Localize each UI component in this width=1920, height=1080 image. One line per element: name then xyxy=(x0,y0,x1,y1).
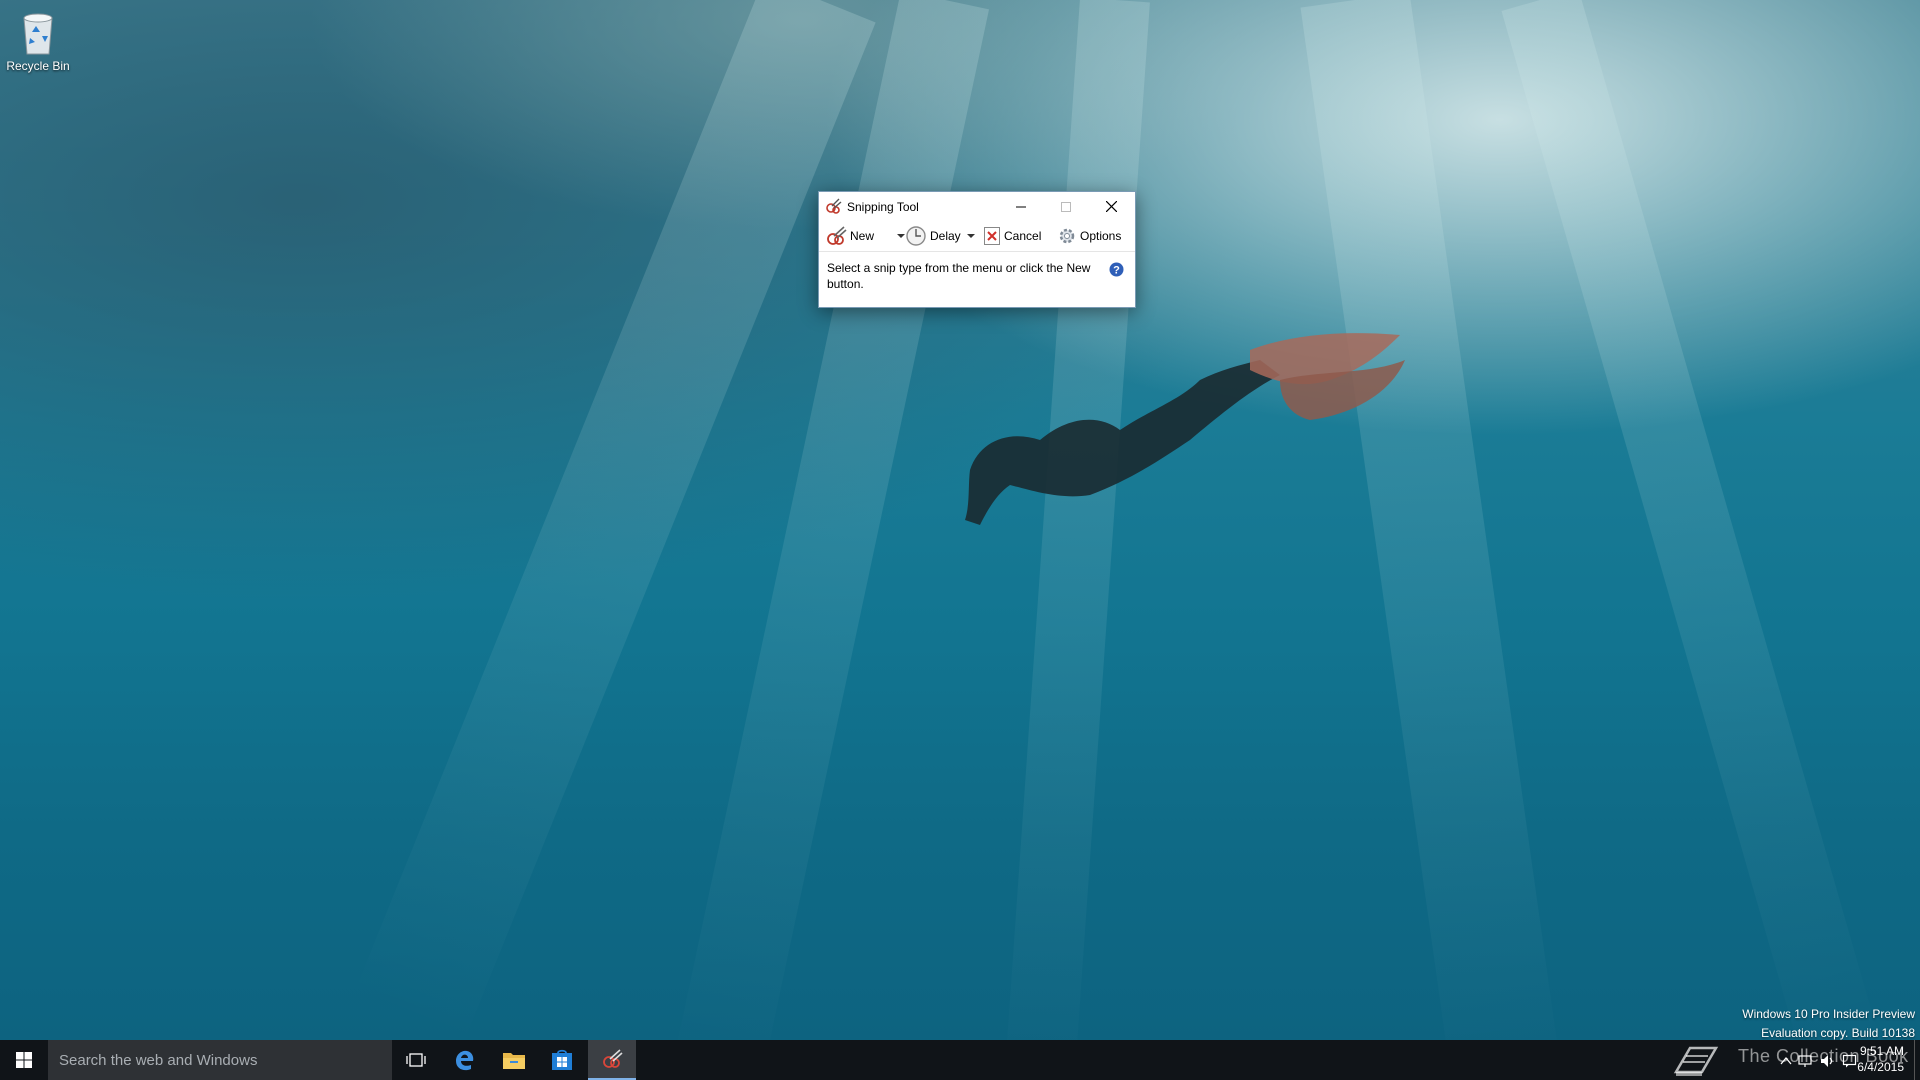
watermark-edition: Windows 10 Pro Insider Preview xyxy=(1742,1007,1915,1021)
action-center-icon[interactable] xyxy=(1842,1054,1858,1068)
maximize-icon xyxy=(1061,201,1071,212)
snipping-tool-icon xyxy=(603,1049,623,1068)
file-explorer-icon xyxy=(503,1053,525,1069)
window-title: Snipping Tool xyxy=(847,200,919,214)
clock-date: 6/4/2015 xyxy=(1857,1060,1904,1074)
diver-silhouette xyxy=(965,333,1405,525)
window-titlebar[interactable]: Snipping Tool xyxy=(819,192,1135,221)
cancel-icon xyxy=(984,227,1000,245)
chevron-down-icon xyxy=(897,234,905,238)
snipping-tool-icon xyxy=(826,198,842,214)
close-button[interactable] xyxy=(1089,192,1133,221)
cancel-label: Cancel xyxy=(1004,229,1042,243)
start-button[interactable] xyxy=(0,1040,48,1080)
volume-icon[interactable] xyxy=(1820,1054,1836,1068)
chevron-down-icon xyxy=(966,234,975,238)
recycle-bin-icon xyxy=(23,13,53,55)
windows-logo-icon xyxy=(16,1052,32,1068)
new-snip-icon xyxy=(827,226,847,245)
delay-button[interactable]: Delay xyxy=(905,224,975,248)
book-logo-icon xyxy=(1673,1046,1719,1076)
desktop-background xyxy=(0,0,1920,1040)
options-button[interactable]: Options xyxy=(1057,224,1121,248)
search-placeholder: Search the web and Windows xyxy=(59,1051,258,1069)
desktop-icon-recycle-bin[interactable]: Recycle Bin xyxy=(4,8,72,73)
clock[interactable]: 9:51 AM 6/4/2015 xyxy=(1857,1043,1904,1075)
system-tray: The Collection Book 9:51 AM 6/4/2015 xyxy=(1660,1040,1920,1080)
options-label: Options xyxy=(1080,229,1122,243)
instruction-text: Select a snip type from the menu or clic… xyxy=(827,261,1091,291)
close-icon xyxy=(1105,201,1117,212)
minimize-icon xyxy=(1016,206,1026,207)
svg-text:?: ? xyxy=(1113,265,1120,277)
new-dropdown-button[interactable] xyxy=(891,224,905,248)
delay-label: Delay xyxy=(930,229,961,243)
task-view-button[interactable] xyxy=(392,1040,440,1080)
message-area: Select a snip type from the menu or clic… xyxy=(819,252,1135,306)
snipping-toolbar: New Delay Cancel Options xyxy=(819,221,1135,252)
new-button[interactable]: New xyxy=(825,224,874,248)
minimize-button[interactable] xyxy=(999,192,1043,221)
store-taskbar-button[interactable] xyxy=(538,1040,586,1080)
task-view-icon xyxy=(406,1053,426,1067)
snipping-tool-window[interactable]: Snipping Tool New Delay Cancel Options S… xyxy=(818,191,1136,308)
new-label: New xyxy=(850,229,875,243)
chevron-up-icon[interactable] xyxy=(1780,1056,1792,1066)
show-desktop-button[interactable] xyxy=(1914,1040,1920,1080)
gear-icon xyxy=(1059,228,1075,244)
network-icon[interactable] xyxy=(1798,1054,1814,1068)
edge-icon xyxy=(456,1050,474,1071)
clock-time: 9:51 AM xyxy=(1859,1044,1904,1058)
store-icon xyxy=(552,1049,572,1070)
cancel-button[interactable]: Cancel xyxy=(983,224,1041,248)
help-icon[interactable]: ? xyxy=(1109,262,1124,277)
snipping-tool-taskbar-button[interactable] xyxy=(588,1040,636,1080)
build-watermark: Windows 10 Pro Insider Preview Evaluatio… xyxy=(1742,1005,1915,1043)
light-ray xyxy=(1501,0,1882,1040)
clock-icon xyxy=(906,226,926,246)
recycle-bin-label: Recycle Bin xyxy=(6,59,70,73)
maximize-button[interactable] xyxy=(1044,192,1088,221)
search-box[interactable]: Search the web and Windows xyxy=(48,1040,392,1080)
taskbar: Search the web and Windows The Collectio… xyxy=(0,1040,1920,1080)
file-explorer-taskbar-button[interactable] xyxy=(490,1040,538,1080)
edge-taskbar-button[interactable] xyxy=(440,1040,488,1080)
